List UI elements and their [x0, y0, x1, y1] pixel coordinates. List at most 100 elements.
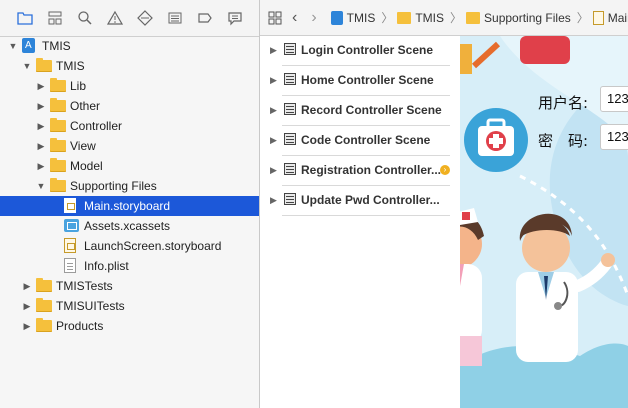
- disclosure-closed-icon[interactable]: ▶: [22, 296, 32, 316]
- disclosure-open-icon[interactable]: ▼: [36, 176, 46, 196]
- scene-label: Update Pwd Controller...: [301, 193, 440, 207]
- tree-row-controller[interactable]: ▶ Controller: [0, 116, 259, 136]
- breadcrumb-separator-icon: 〉: [576, 11, 589, 25]
- disclosure-closed-icon[interactable]: ▶: [36, 96, 46, 116]
- related-items-icon[interactable]: [268, 11, 282, 25]
- scene-row[interactable]: ▶ Update Pwd Controller...: [260, 186, 460, 216]
- test-icon[interactable]: [130, 4, 160, 32]
- tree-row-tmisuitests[interactable]: ▶ TMISUITests: [0, 296, 259, 316]
- breadcrumb-group[interactable]: TMIS: [397, 11, 444, 25]
- warning-icon[interactable]: [100, 4, 130, 32]
- project-icon: [330, 10, 343, 25]
- password-label: 密 码:: [538, 132, 589, 150]
- breakpoint-icon[interactable]: [190, 4, 220, 32]
- warning-badge-icon[interactable]: ›: [440, 165, 450, 175]
- tree-row-lib[interactable]: ▶ Lib: [0, 76, 259, 96]
- tree-row-label: TMIS: [42, 39, 71, 53]
- tree-row-label: TMISUITests: [56, 299, 125, 313]
- folder-icon: [50, 138, 66, 152]
- tree-row-label: TMIS: [56, 59, 85, 73]
- tree-row-label: Products: [56, 319, 104, 333]
- disclosure-closed-icon[interactable]: ▶: [270, 195, 277, 206]
- tree-row-supporting-files[interactable]: ▼ Supporting Files: [0, 176, 259, 196]
- breadcrumb-project[interactable]: TMIS: [330, 10, 375, 25]
- navigator-toolbar: [0, 0, 259, 37]
- tree-row-launchscreen-storyboard[interactable]: LaunchScreen.storyboard: [0, 236, 259, 256]
- disclosure-open-icon[interactable]: ▼: [8, 36, 18, 56]
- scene-row[interactable]: ▶ Record Controller Scene: [260, 96, 460, 126]
- disclosure-open-icon[interactable]: ▼: [22, 56, 32, 76]
- tree-row-other[interactable]: ▶ Other: [0, 96, 259, 116]
- tree-row-label: Model: [70, 159, 103, 173]
- tree-row-label: Info.plist: [84, 259, 129, 273]
- hierarchy-icon[interactable]: [40, 4, 70, 32]
- tree-row-label: Supporting Files: [70, 179, 157, 193]
- scene-label: Code Controller Scene: [301, 133, 431, 147]
- disclosure-closed-icon[interactable]: ▶: [22, 316, 32, 336]
- tree-row-label: TMISTests: [56, 279, 113, 293]
- folder-icon: [50, 118, 66, 132]
- username-field[interactable]: 123: [600, 86, 628, 112]
- disclosure-closed-icon[interactable]: ▶: [270, 75, 277, 86]
- tree-row-label: Main.storyboard: [84, 199, 171, 213]
- forward-arrow-icon[interactable]: ›: [311, 9, 316, 27]
- tree-row-products[interactable]: ▶ Products: [0, 316, 259, 336]
- folder-icon: [466, 11, 481, 24]
- tree-row-tmis[interactable]: ▼ TMIS: [0, 36, 259, 56]
- scene-icon: [284, 43, 296, 55]
- scene-label: Record Controller Scene: [301, 103, 442, 117]
- tree-row-info-plist[interactable]: Info.plist: [0, 256, 259, 276]
- storyboard-icon: [64, 198, 76, 213]
- tree-row-main-storyboard[interactable]: Main.storyboard: [0, 196, 259, 216]
- disclosure-closed-icon[interactable]: ▶: [36, 136, 46, 156]
- scene-row[interactable]: ▶ Home Controller Scene: [260, 66, 460, 96]
- scene-icon: [284, 193, 296, 205]
- tree-row-tmis[interactable]: ▼ TMIS: [0, 56, 259, 76]
- disclosure-closed-icon[interactable]: ▶: [270, 165, 277, 176]
- back-arrow-icon[interactable]: ‹: [292, 9, 297, 27]
- tree-row-label: Controller: [70, 119, 123, 133]
- username-label: 用户名:: [538, 94, 589, 112]
- tree-row-model[interactable]: ▶ Model: [0, 156, 259, 176]
- disclosure-closed-icon[interactable]: ▶: [36, 76, 46, 96]
- folder-icon: [36, 298, 52, 312]
- tree-row-label: Other: [70, 99, 101, 113]
- scene-row[interactable]: ▶ Code Controller Scene: [260, 126, 460, 156]
- disclosure-closed-icon[interactable]: ▶: [36, 116, 46, 136]
- search-icon[interactable]: [70, 4, 100, 32]
- storyboard-canvas[interactable]: 用户名: 123 密 码: 123: [460, 36, 628, 408]
- tree-row-assets-xcassets[interactable]: Assets.xcassets: [0, 216, 259, 236]
- disclosure-closed-icon[interactable]: ▶: [270, 105, 277, 116]
- folder-icon: [50, 78, 66, 92]
- folder-icon: [397, 11, 412, 24]
- disclosure-closed-icon[interactable]: ▶: [270, 135, 277, 146]
- jump-bar: ‹ › TMIS 〉 TMIS 〉 Supporting Files 〉 Mai…: [260, 0, 628, 36]
- scene-icon: [284, 133, 296, 145]
- scene-label: Login Controller Scene: [301, 43, 434, 57]
- folder-icon: [36, 318, 52, 332]
- report-icon[interactable]: [220, 4, 250, 32]
- scene-label: Registration Controller...: [301, 163, 442, 177]
- folder-icon: [36, 278, 52, 292]
- project-icon: [22, 38, 35, 53]
- folder-icon: [50, 158, 66, 172]
- tree-row-tmistests[interactable]: ▶ TMISTests: [0, 276, 259, 296]
- file-tree: ▼ TMIS ▼ TMIS ▶ Lib ▶ Other ▶ Controller ▶ View ▶ Mod…: [0, 36, 259, 336]
- disclosure-closed-icon[interactable]: ▶: [36, 156, 46, 176]
- scene-row[interactable]: ▶ Login Controller Scene: [260, 36, 460, 66]
- project-navigator: ▼ TMIS ▼ TMIS ▶ Lib ▶ Other ▶ Controller ▶ View ▶ Mod…: [0, 0, 260, 408]
- folder-icon[interactable]: [10, 4, 40, 32]
- folder-icon: [36, 58, 52, 72]
- scene-icon: [284, 73, 296, 85]
- breadcrumb-supporting-files[interactable]: Supporting Files: [466, 11, 571, 25]
- breadcrumb-file[interactable]: Main.s: [592, 10, 628, 25]
- scene-row[interactable]: ▶ Registration Controller... ›: [260, 156, 460, 186]
- disclosure-closed-icon[interactable]: ▶: [22, 276, 32, 296]
- storyboard-icon: [592, 10, 604, 25]
- password-field[interactable]: 123: [600, 124, 628, 150]
- tree-row-view[interactable]: ▶ View: [0, 136, 259, 156]
- debug-icon[interactable]: [160, 4, 190, 32]
- storyboard-icon: [64, 238, 76, 253]
- breadcrumb-separator-icon: 〉: [381, 11, 394, 25]
- disclosure-closed-icon[interactable]: ▶: [270, 45, 277, 56]
